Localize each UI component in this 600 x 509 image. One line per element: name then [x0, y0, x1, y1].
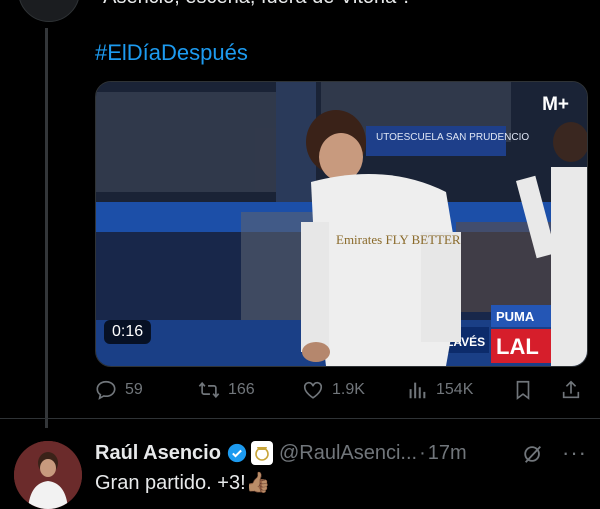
- bookmark-icon: [516, 380, 530, 400]
- video-frame: UTOESCUELA SAN PRUDENCIO LAVÉS PUMA LAL …: [96, 82, 587, 366]
- video-player[interactable]: UTOESCUELA SAN PRUDENCIO LAVÉS PUMA LAL …: [95, 81, 588, 367]
- verified-badge-icon: [227, 443, 247, 463]
- repost-icon: [198, 381, 220, 399]
- repost-button[interactable]: 166: [198, 375, 255, 405]
- like-button[interactable]: 1.9K: [302, 375, 365, 405]
- video-duration: 0:16: [104, 320, 152, 344]
- club-crest-icon: [250, 441, 273, 465]
- shirt-sponsor: Emirates FLY BETTER: [336, 232, 461, 247]
- tweet-divider: [0, 418, 600, 419]
- reply-button[interactable]: 59: [95, 375, 143, 405]
- next-tweet-text: Gran partido. +3!👍🏽: [95, 472, 271, 494]
- share-button[interactable]: [560, 375, 582, 405]
- more-options-icon[interactable]: ···: [562, 440, 587, 466]
- ad-board-right: LAL: [496, 334, 539, 359]
- ad-board-top: PUMA: [496, 309, 535, 324]
- share-icon: [562, 380, 580, 399]
- like-count: 1.9K: [332, 381, 365, 398]
- previous-tweet-avatar[interactable]: [18, 0, 80, 22]
- thread-connector-line: [45, 28, 48, 428]
- heart-icon: [303, 381, 323, 399]
- timestamp[interactable]: 17m: [428, 442, 467, 465]
- previous-tweet-text: "Asencio, escena, fuera de Vitoria".: [96, 0, 409, 9]
- next-tweet-header: Raúl Asencio @RaulAsenci... · 17m: [95, 441, 467, 465]
- next-tweet-avatar[interactable]: [14, 441, 82, 509]
- hashtag-link[interactable]: #ElDíaDespués: [95, 40, 248, 66]
- grok-icon[interactable]: [522, 443, 544, 465]
- bar-chart-icon: [409, 382, 426, 399]
- reply-icon: [96, 380, 116, 400]
- display-name[interactable]: Raúl Asencio: [95, 442, 221, 465]
- bookmark-button[interactable]: [512, 375, 534, 405]
- repost-count: 166: [228, 381, 255, 398]
- action-bar: 59 166 1.9K 154K: [95, 375, 590, 407]
- view-count: 154K: [436, 381, 474, 398]
- broadcaster-logo: M+: [542, 94, 569, 115]
- reply-count: 59: [125, 381, 143, 398]
- separator-dot: ·: [419, 441, 426, 464]
- avatar-image: [14, 441, 82, 509]
- handle[interactable]: @RaulAsenci...: [279, 442, 417, 465]
- stadium-banner: UTOESCUELA SAN PRUDENCIO: [376, 132, 529, 143]
- views-button[interactable]: 154K: [406, 375, 473, 405]
